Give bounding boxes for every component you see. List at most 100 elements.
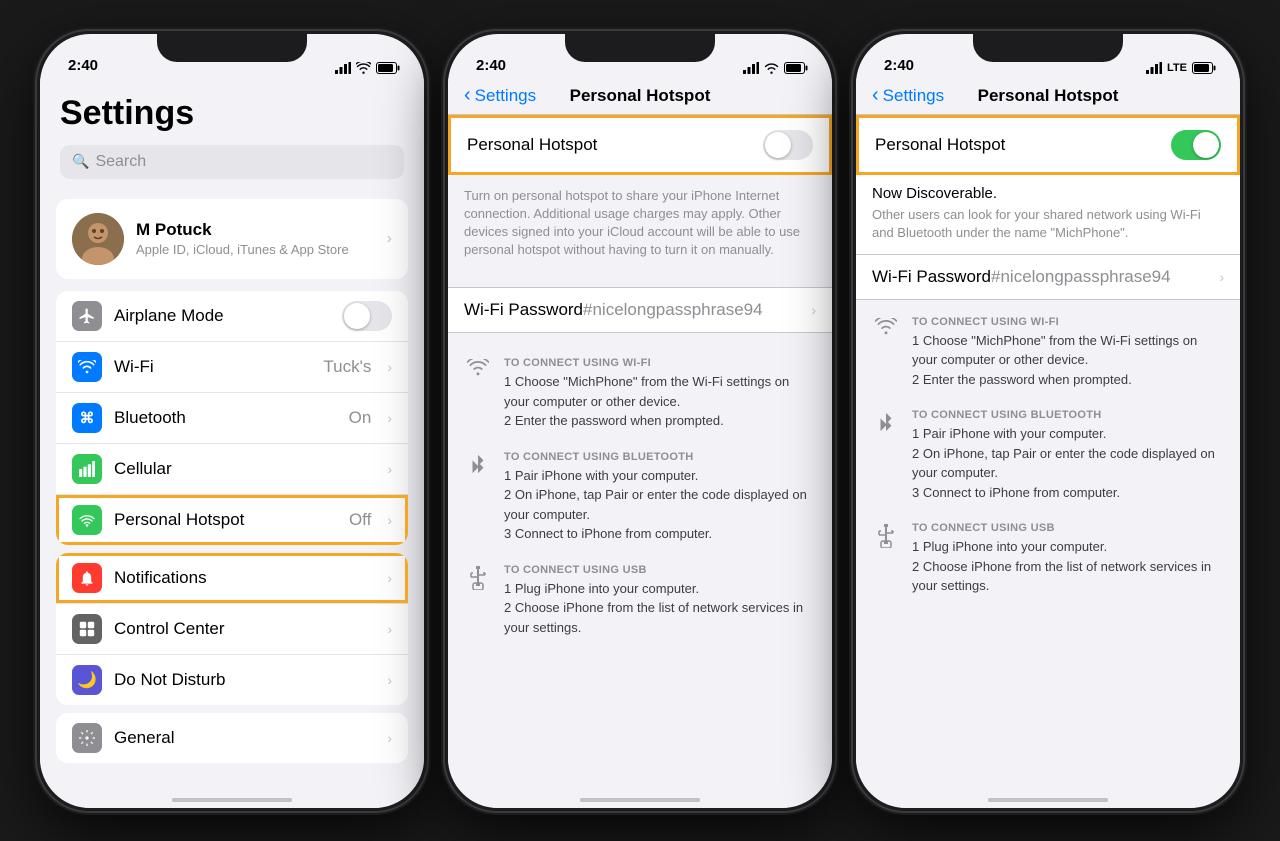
status-time-3: 2:40 [884,57,914,74]
wifi-password-row-2[interactable]: Wi-Fi Password #nicelongpassphrase94 › [448,287,832,333]
wifi-label: Wi-Fi [114,357,311,377]
cellular-label: Cellular [114,459,375,479]
nav-title-3: Personal Hotspot [978,86,1119,106]
profile-section[interactable]: M Potuck Apple ID, iCloud, iTunes & App … [56,199,408,279]
signal-icon-3 [1146,62,1162,74]
hotspot-toggle-label-2: Personal Hotspot [467,135,763,155]
connect-wifi-text-3: TO CONNECT USING WI-FI 1 Choose "MichPho… [912,316,1224,390]
nav-back-3[interactable]: ‹ Settings [872,84,944,107]
bt-connect-svg [470,453,486,475]
connect-usb-3: TO CONNECT USING USB 1 Plug iPhone into … [872,522,1224,596]
hotspot-description-2: Turn on personal hotspot to share your i… [448,175,832,272]
lte-label: LTE [1167,62,1187,74]
bt-connect-svg-3 [878,411,894,433]
dnd-label: Do Not Disturb [114,670,375,690]
settings-item-bluetooth[interactable]: ⌘ Bluetooth On › [56,393,408,444]
connect-wifi-steps: 1 Choose "MichPhone" from the Wi-Fi sett… [504,372,816,431]
hotspot-toggle-row-2[interactable]: Personal Hotspot [451,118,829,172]
search-placeholder: Search [95,153,146,171]
control-label: Control Center [114,619,375,639]
back-chevron-icon: ‹ [464,84,471,107]
wifi-icon-2 [764,62,779,74]
nav-back-label-3: Settings [883,86,944,106]
status-icons-1 [335,62,400,74]
hotspot-toggle-3[interactable] [1171,130,1221,160]
settings-group-1: Airplane Mode Wi-F [56,291,408,545]
settings-item-notifications[interactable]: Notifications › [56,553,408,604]
battery-icon [376,62,400,74]
status-time-1: 2:40 [68,57,98,74]
connect-usb-steps: 1 Plug iPhone into your computer.2 Choos… [504,579,816,638]
signal-icon [335,62,351,74]
notch-1 [157,34,307,62]
profile-avatar [72,213,124,265]
settings-item-control[interactable]: Control Center › [56,604,408,655]
connect-wifi-text: TO CONNECT USING WI-FI 1 Choose "MichPho… [504,357,816,431]
cellular-icon [72,454,102,484]
connect-bt-icon [464,453,492,475]
nav-title-2: Personal Hotspot [570,86,711,106]
connect-usb-text: TO CONNECT USING USB 1 Plug iPhone into … [504,564,816,638]
airplane-icon [72,301,102,331]
wifi-connect-svg [467,359,489,377]
settings-header: Settings 🔍 Search [40,78,424,187]
airplane-toggle[interactable] [342,301,392,331]
settings-item-airplane[interactable]: Airplane Mode [56,291,408,342]
settings-item-dnd[interactable]: 🌙 Do Not Disturb › [56,655,408,705]
profile-subtitle: Apple ID, iCloud, iTunes & App Store [136,242,375,257]
settings-item-hotspot[interactable]: Personal Hotspot Off › [56,495,408,545]
settings-screen: Settings 🔍 Search [40,78,424,808]
connect-bt-icon-3 [872,411,900,433]
general-icon [72,723,102,753]
nav-bar-3: ‹ Settings Personal Hotspot [856,78,1240,115]
search-bar[interactable]: 🔍 Search [60,145,404,179]
status-time-2: 2:40 [476,57,506,74]
settings-item-general[interactable]: General › [56,713,408,763]
wifi-settings-icon [72,352,102,382]
connect-bluetooth-3: TO CONNECT USING BLUETOOTH 1 Pair iPhone… [872,409,1224,502]
wifi-password-row-3[interactable]: Wi-Fi Password #nicelongpassphrase94 › [856,254,1240,300]
connect-section-2: TO CONNECT USING WI-FI 1 Choose "MichPho… [448,357,832,637]
nav-bar-2: ‹ Settings Personal Hotspot [448,78,832,115]
bluetooth-label: Bluetooth [114,408,337,428]
notch-3 [973,34,1123,62]
settings-item-wifi[interactable]: Wi-Fi Tuck's › [56,342,408,393]
iphone-2: 2:40 [445,31,835,811]
connect-bluetooth-2: TO CONNECT USING BLUETOOTH 1 Pair iPhone… [464,451,816,544]
bluetooth-value: On [349,408,372,428]
dnd-chevron-icon: › [387,672,392,688]
wifi-value: Tuck's [323,357,371,377]
connect-wifi-steps-3: 1 Choose "MichPhone" from the Wi-Fi sett… [912,331,1224,390]
moon-symbol: 🌙 [77,670,97,690]
connect-bt-steps: 1 Pair iPhone with your computer.2 On iP… [504,466,816,544]
wifi-pw-chevron-icon-3: › [1219,269,1224,285]
connect-bt-text: TO CONNECT USING BLUETOOTH 1 Pair iPhone… [504,451,816,544]
discoverable-sub: Other users can look for your shared net… [856,206,1240,254]
control-chevron-icon: › [387,621,392,637]
connect-bt-steps-3: 1 Pair iPhone with your computer.2 On iP… [912,424,1224,502]
connect-usb-text-3: TO CONNECT USING USB 1 Plug iPhone into … [912,522,1224,596]
settings-group-2: Notifications › Con [56,553,408,705]
general-label: General [114,728,375,748]
hotspot-toggle-row-3[interactable]: Personal Hotspot [859,118,1237,172]
search-icon: 🔍 [72,153,89,170]
general-svg [79,730,95,746]
airplane-svg [78,307,96,325]
wifi-pw-label-3: Wi-Fi Password [872,267,991,287]
hotspot-toggle-container-2: Personal Hotspot [448,115,832,175]
hotspot-content-2: Personal Hotspot Turn on personal hotspo… [448,115,832,808]
hotspot-toggle-label-3: Personal Hotspot [875,135,1171,155]
settings-title: Settings [60,94,404,133]
status-icons-2 [743,62,808,74]
connect-wifi-2: TO CONNECT USING WI-FI 1 Choose "MichPho… [464,357,816,431]
hotspot-label: Personal Hotspot [114,510,337,530]
hotspot-toggle-2[interactable] [763,130,813,160]
airplane-label: Airplane Mode [114,306,330,326]
notifications-label: Notifications [114,568,375,588]
notch-2 [565,34,715,62]
nav-back-2[interactable]: ‹ Settings [464,84,536,107]
status-icons-3: LTE [1146,62,1216,74]
connect-section-3: TO CONNECT USING WI-FI 1 Choose "MichPho… [856,316,1240,596]
wifi-pw-label-2: Wi-Fi Password [464,300,583,320]
settings-item-cellular[interactable]: Cellular › [56,444,408,495]
